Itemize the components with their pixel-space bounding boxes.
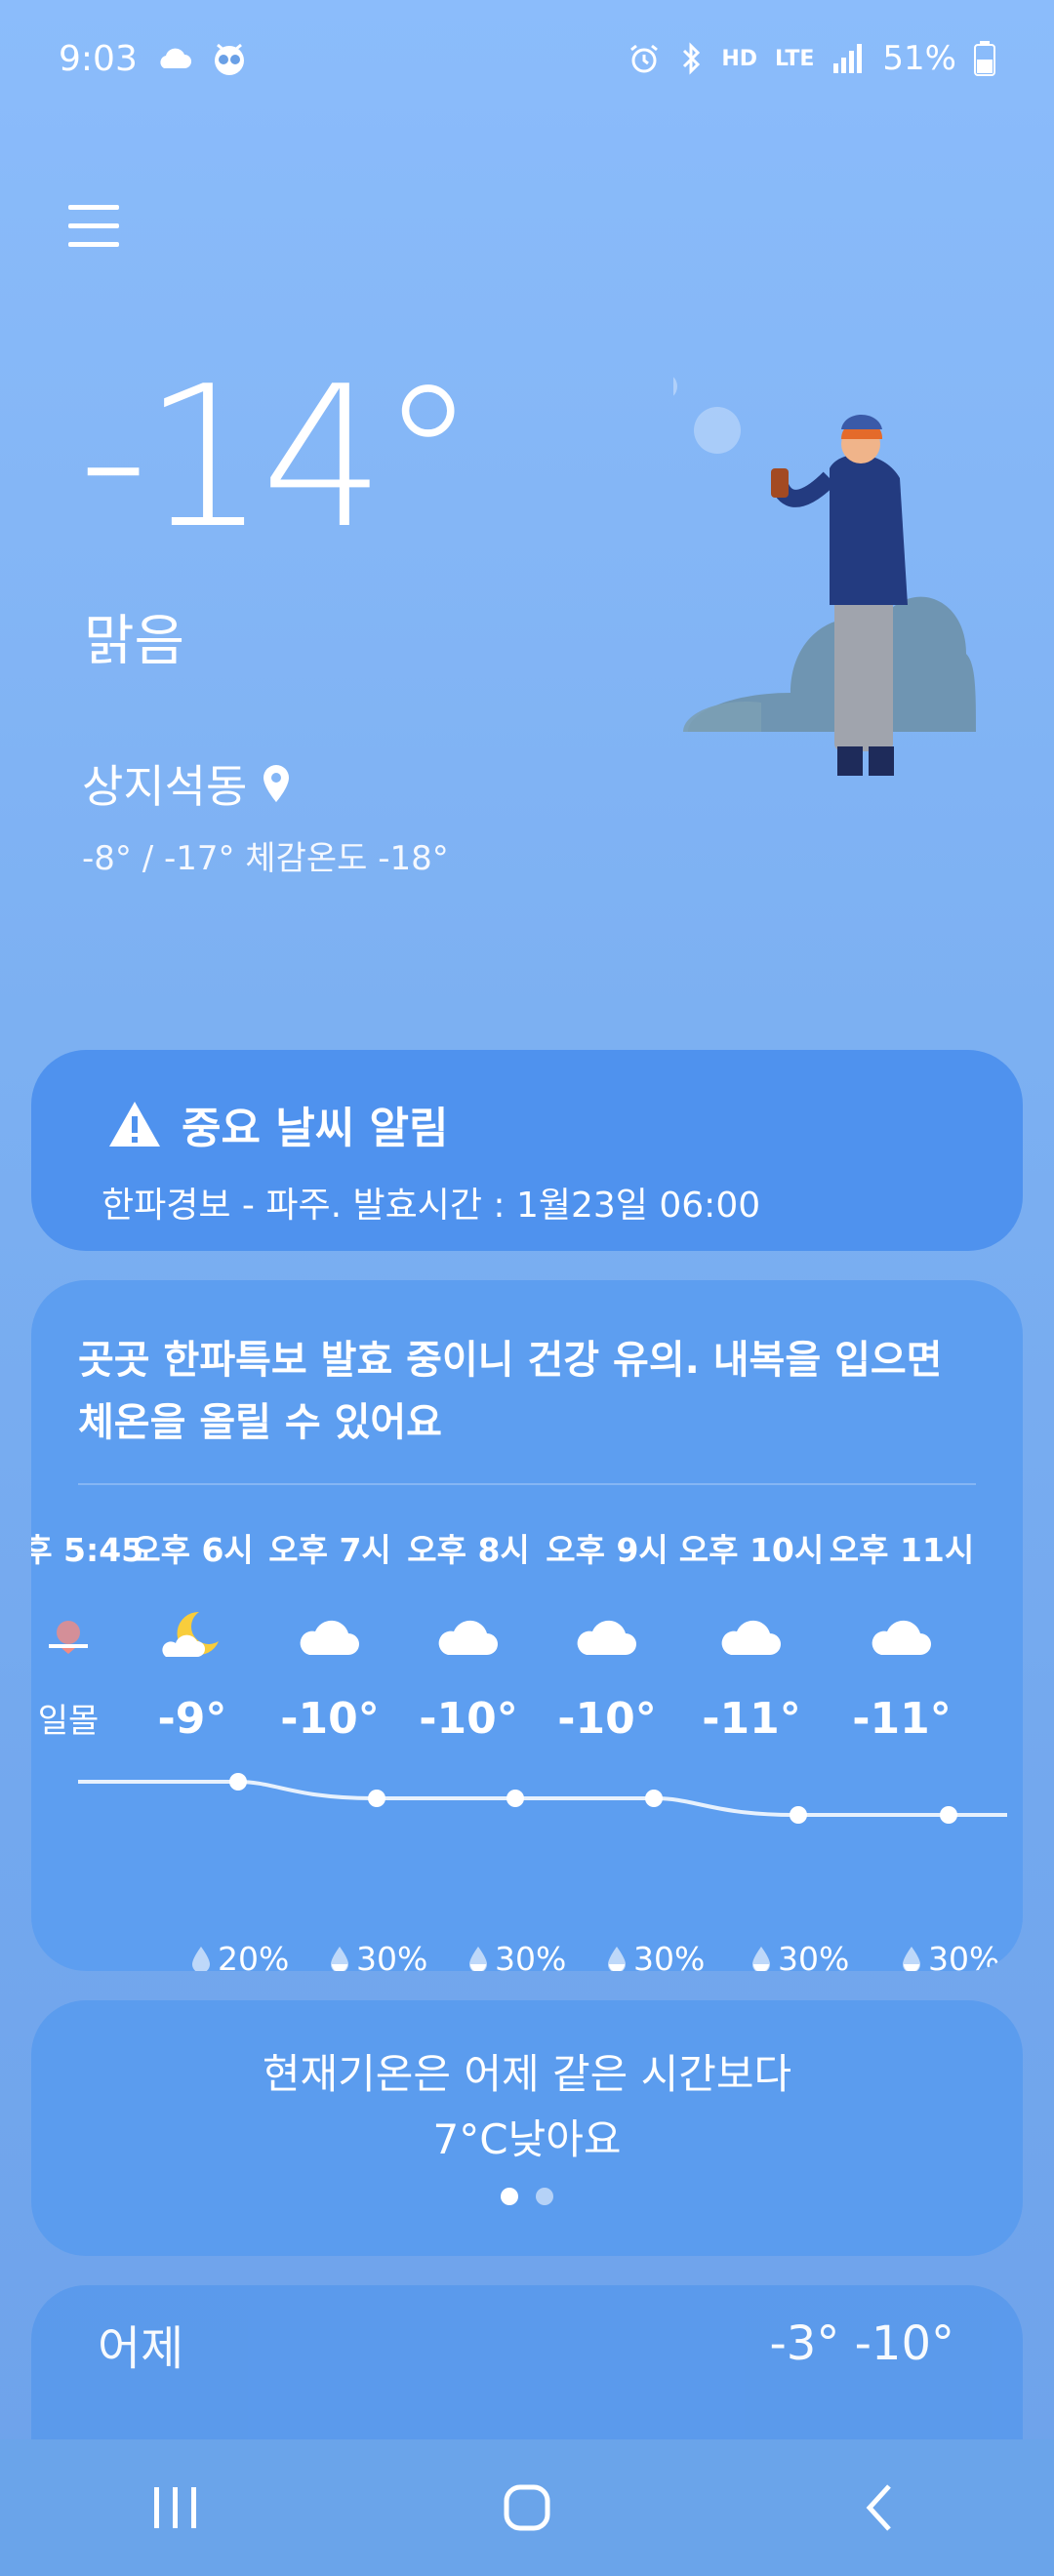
precip-item: 30% bbox=[329, 1940, 427, 1971]
precip-value: 30% bbox=[928, 1940, 1000, 1971]
warning-icon bbox=[109, 1102, 160, 1147]
weather-illustration bbox=[673, 377, 976, 776]
temp-point bbox=[645, 1790, 663, 1807]
temp-point bbox=[368, 1790, 385, 1807]
compare-text: 현재기온은 어제 같은 시간보다 7°C낮아요 bbox=[31, 2041, 1023, 2172]
hourly-forecast-card[interactable]: 곳곳 한파특보 발효 중이니 건강 유의. 내복을 입으면 체온을 올릴 수 있… bbox=[31, 1280, 1023, 1971]
raindrop-icon bbox=[469, 1946, 487, 1971]
alert-subtitle: 한파경보 - 파주. 발효시간 : 1월23일 06:00 bbox=[101, 1186, 761, 1226]
status-time: 9:03 bbox=[59, 38, 138, 79]
precip-item: 30% bbox=[901, 1940, 999, 1971]
home-icon bbox=[504, 2484, 550, 2531]
compare-line-1: 현재기온은 어제 같은 시간보다 bbox=[262, 2050, 792, 2098]
battery-icon bbox=[974, 41, 995, 76]
precip-value: 30% bbox=[633, 1940, 706, 1971]
weather-condition: 맑음 bbox=[84, 610, 185, 673]
precip-item: 30% bbox=[606, 1940, 705, 1971]
lte-label: LTE bbox=[775, 46, 815, 71]
precip-item: 20% bbox=[190, 1940, 289, 1971]
temp-point bbox=[229, 1773, 247, 1791]
current-temperature: -14° bbox=[78, 344, 477, 572]
status-right: HD LTE 51% bbox=[628, 39, 995, 78]
navigation-bar bbox=[0, 2439, 1054, 2576]
alert-title-row: 중요 날씨 알림 bbox=[107, 1093, 1023, 1155]
precip-item: 30% bbox=[467, 1940, 566, 1971]
raindrop-icon bbox=[752, 1946, 770, 1971]
signal-icon bbox=[833, 44, 863, 73]
raindrop-icon bbox=[192, 1946, 210, 1971]
yesterday-label: 어제 bbox=[98, 2321, 184, 2376]
raindrop-icon bbox=[903, 1946, 920, 1971]
page-dot-active bbox=[501, 2188, 518, 2206]
location-pin-icon bbox=[264, 765, 290, 802]
weather-alert-card[interactable]: 중요 날씨 알림 한파경보 - 파주. 발효시간 : 1월23일 06:00 bbox=[31, 1050, 1023, 1251]
temp-point bbox=[940, 1806, 957, 1824]
menu-icon[interactable] bbox=[68, 205, 119, 250]
precip-value: 30% bbox=[778, 1940, 850, 1971]
temperature-compare-card[interactable]: 현재기온은 어제 같은 시간보다 7°C낮아요 bbox=[31, 2000, 1023, 2256]
hd-voice-label: HD bbox=[721, 46, 757, 71]
owl-app-icon bbox=[214, 43, 244, 75]
location-name: 상지석동 bbox=[82, 760, 248, 813]
recent-apps-button[interactable] bbox=[117, 2459, 234, 2556]
yesterday-temps: -3° -10° bbox=[769, 2316, 954, 2371]
page-indicator bbox=[31, 2188, 1023, 2206]
back-icon bbox=[866, 2484, 891, 2531]
raindrop-icon bbox=[331, 1946, 348, 1971]
status-bar: 9:03 HD LTE 51% bbox=[0, 0, 1054, 117]
precip-value: 30% bbox=[495, 1940, 567, 1971]
raindrop-icon bbox=[608, 1946, 626, 1971]
battery-percent: 51% bbox=[882, 39, 956, 78]
temp-point bbox=[790, 1806, 807, 1824]
home-button[interactable] bbox=[468, 2459, 586, 2556]
status-left: 9:03 bbox=[59, 39, 249, 79]
min-max-feels-like: -8° / -17° 체감온도 -18° bbox=[82, 839, 449, 878]
bluetooth-icon bbox=[683, 42, 701, 75]
location[interactable]: 상지석동 bbox=[82, 751, 292, 816]
precip-item: 30% bbox=[750, 1940, 849, 1971]
page-dot bbox=[536, 2188, 553, 2206]
temp-point bbox=[507, 1790, 524, 1807]
precip-value: 30% bbox=[356, 1940, 428, 1971]
recent-apps-icon bbox=[154, 2487, 196, 2528]
alert-title: 중요 날씨 알림 bbox=[182, 1104, 449, 1153]
back-button[interactable] bbox=[820, 2459, 937, 2556]
compare-line-2: 7°C낮아요 bbox=[432, 2115, 622, 2164]
alarm-icon bbox=[630, 44, 659, 73]
precip-value: 20% bbox=[218, 1940, 290, 1971]
yesterday-card[interactable]: 어제 -3° -10° bbox=[31, 2285, 1023, 2441]
temperature-curve bbox=[78, 1773, 1007, 1824]
cloud-status-icon bbox=[160, 48, 191, 68]
